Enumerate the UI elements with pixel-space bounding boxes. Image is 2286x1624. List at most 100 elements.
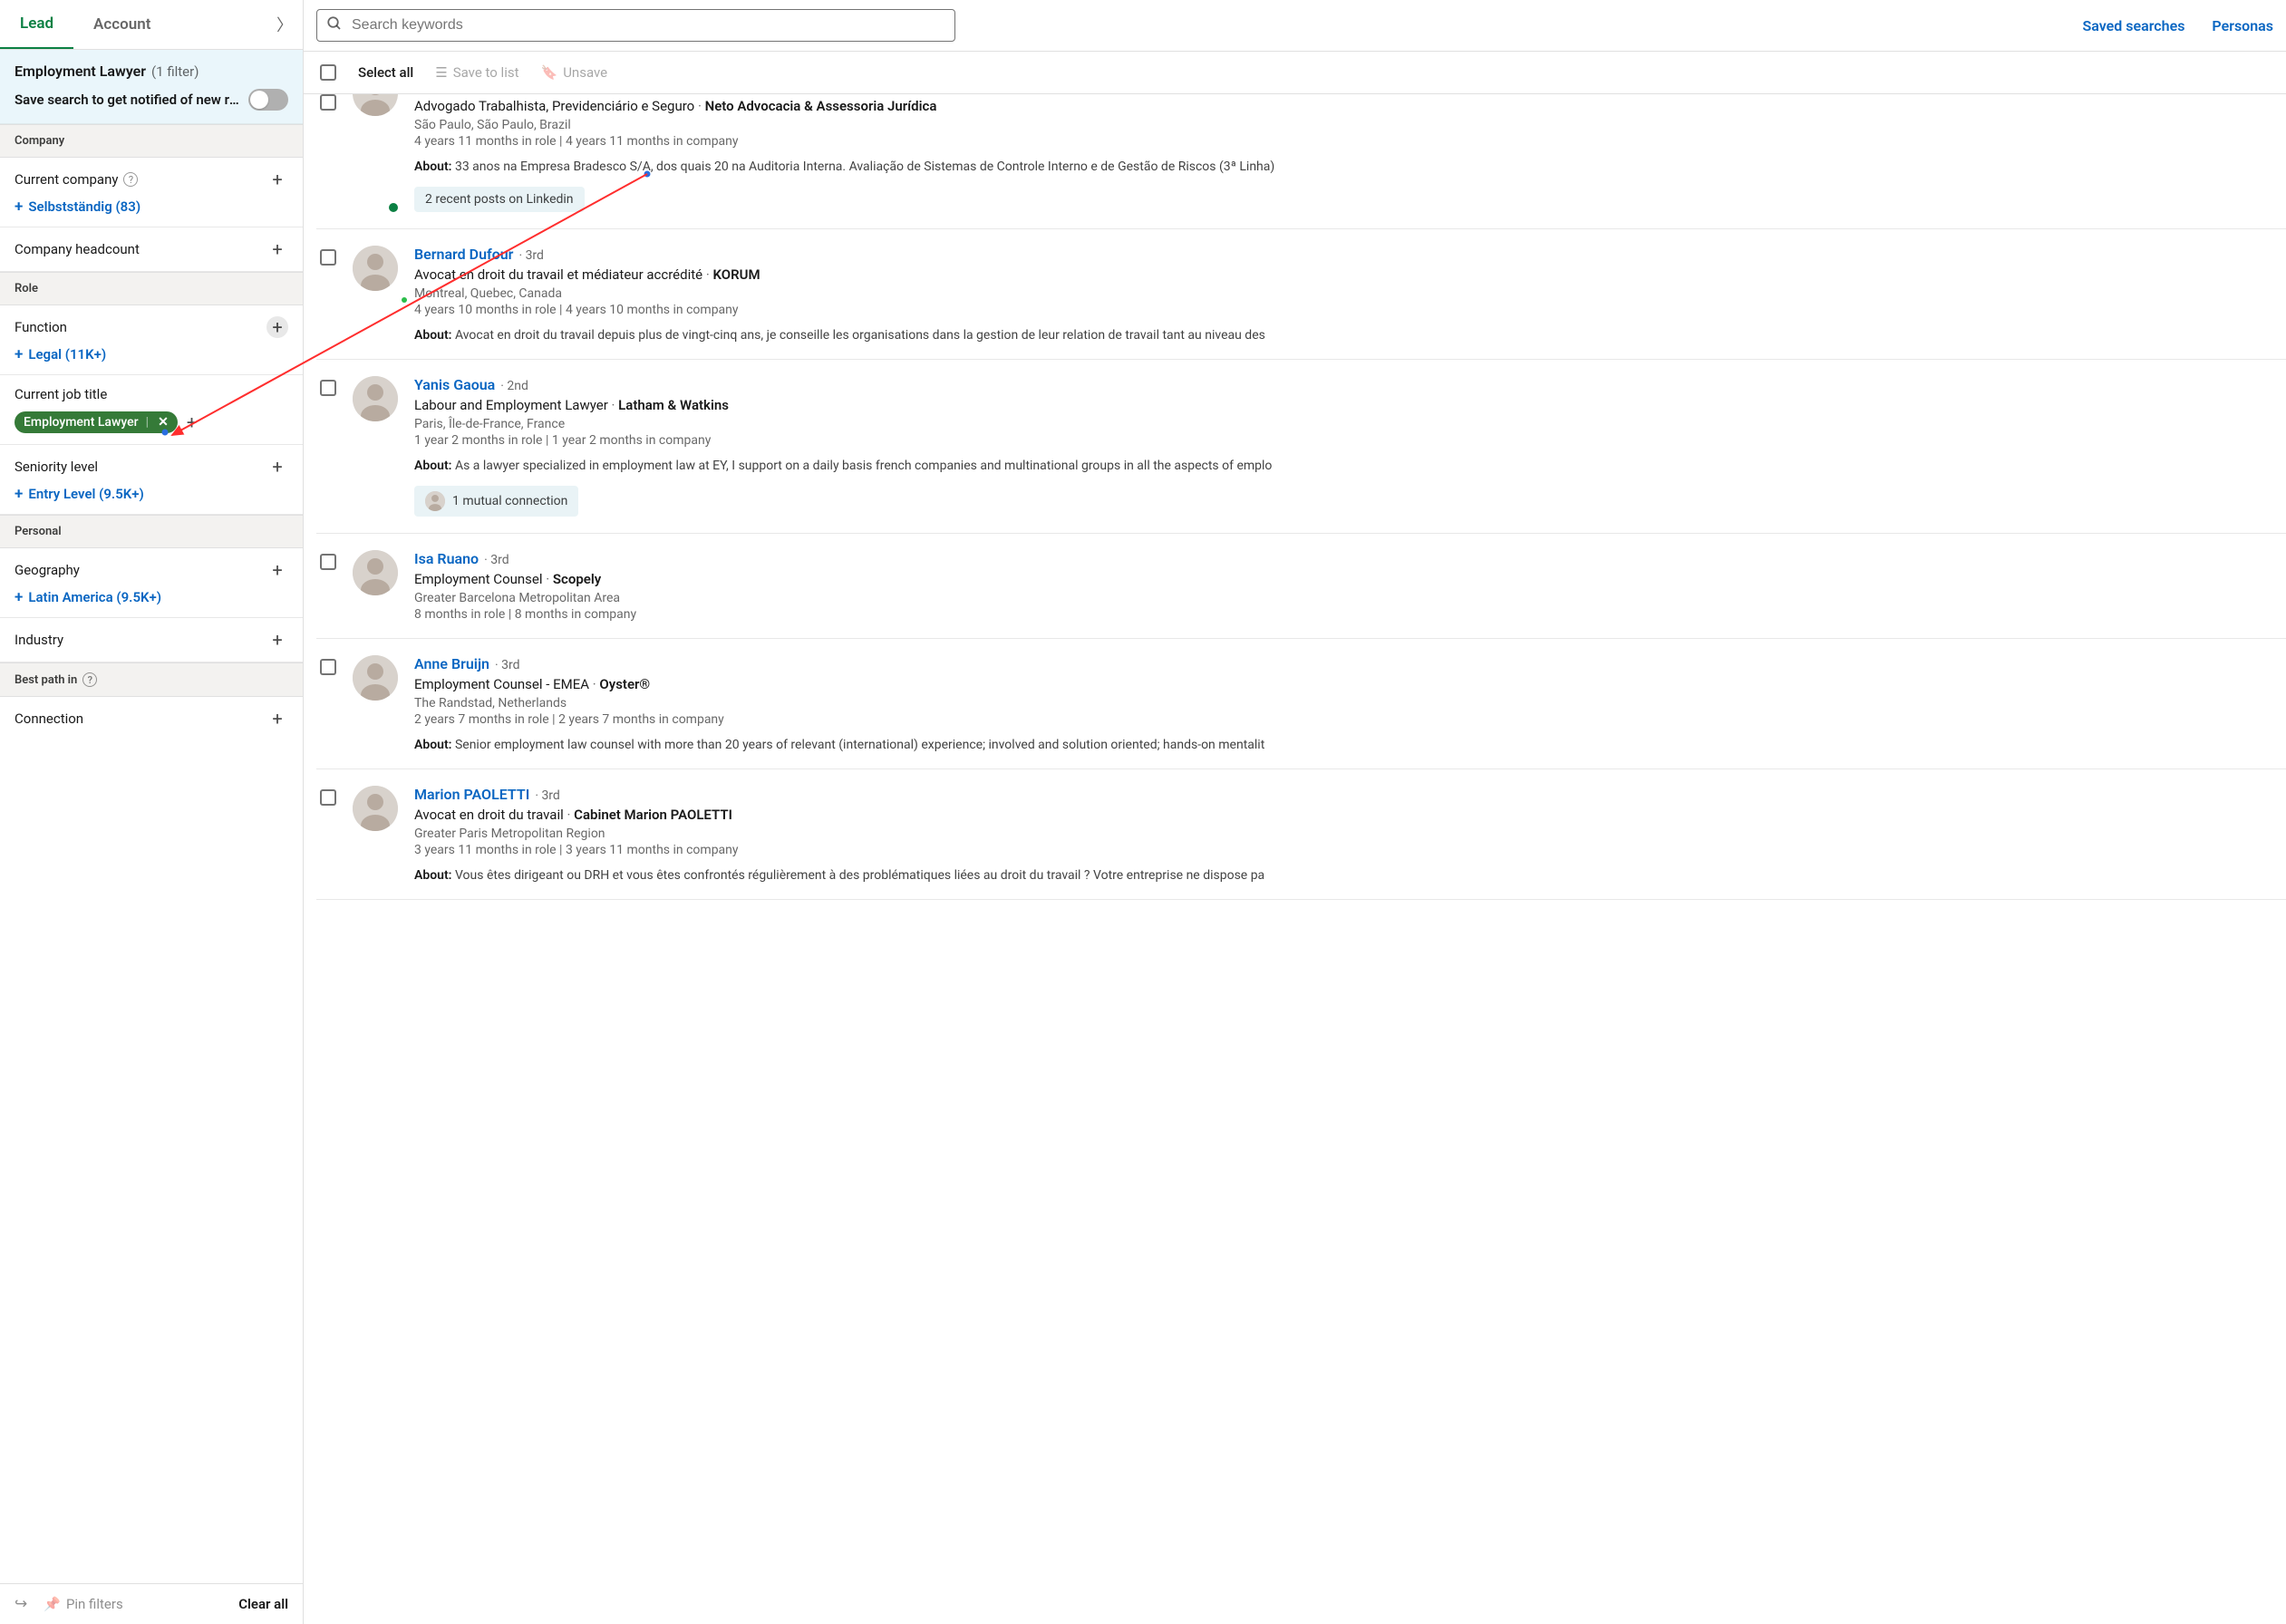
summary-title: Employment Lawyer [15,63,146,80]
bookmark-icon: 🔖 [541,64,558,81]
job-title: Labour and Employment Lawyer · Latham & … [414,397,2286,413]
filter-label: Seniority level [15,459,98,475]
filter-label: Current company [15,171,118,188]
result-row: Bernard Dufour · 3rdAvocat en droit du t… [316,229,2286,360]
person-name-link[interactable]: Bernard Dufour [414,246,513,263]
topbar: Saved searches Personas [304,0,2286,52]
filter-label: Geography [15,562,80,578]
filter-value-geography[interactable]: + Latin America (9.5K+) [15,588,288,606]
tenure: 1 year 2 months in role | 1 year 2 month… [414,433,2286,448]
plus-icon: + [15,345,23,363]
tab-account[interactable]: Account [73,0,170,49]
result-badge[interactable]: 2 recent posts on Linkedin [414,187,585,212]
result-checkbox[interactable] [320,94,336,111]
save-search-toggle[interactable] [248,89,288,111]
result-checkbox[interactable] [320,554,336,570]
avatar[interactable] [353,655,398,701]
summary-filter-count: (1 filter) [151,63,199,80]
tenure: 8 months in role | 8 months in company [414,607,2286,622]
redo-icon[interactable]: ↪ [15,1595,27,1613]
select-all-label: Select all [358,64,413,81]
filter-value-function[interactable]: + Legal (11K+) [15,345,288,363]
company-name[interactable]: Neto Advocacia & Assessoria Jurídica [705,98,937,114]
search-input[interactable] [352,17,945,34]
filter-function: Function + + Legal (11K+) [0,305,303,375]
avatar[interactable] [353,94,398,116]
pin-filters-button[interactable]: 📌 Pin filters [44,1596,122,1612]
person-name-link[interactable]: Yanis Gaoua [414,376,495,393]
add-filter-button[interactable]: + [266,456,288,478]
job-title: Advogado Trabalhista, Previdenciário e S… [414,98,2286,114]
filter-value-current-company[interactable]: + Selbstständig (83) [15,198,288,216]
avatar[interactable] [353,246,398,291]
results-list[interactable]: Advogado Trabalhista, Previdenciário e S… [304,94,2286,1624]
chevron-right-icon[interactable]: 〉 [266,13,303,36]
add-filter-button[interactable]: + [266,708,288,730]
add-chip-button[interactable]: + [187,411,197,433]
result-row: Isa Ruano · 3rdEmployment Counsel · Scop… [316,534,2286,639]
filter-label: Current job title [15,386,107,402]
person-name-link[interactable]: Isa Ruano [414,550,479,567]
company-name[interactable]: Latham & Watkins [618,397,729,413]
add-filter-button[interactable]: + [266,559,288,581]
about-text: About: Vous êtes dirigeant ou DRH et vou… [414,868,2286,883]
action-bar: Select all ☰ Save to list 🔖 Unsave [304,52,2286,94]
list-icon: ☰ [435,64,447,81]
company-name[interactable]: Scopely [553,571,601,587]
section-best-path: Best path in ? [0,662,303,697]
result-checkbox[interactable] [320,659,336,675]
company-name[interactable]: Oyster® [599,676,650,692]
select-all-checkbox[interactable] [320,64,336,81]
plus-icon: + [15,198,23,216]
filter-value-seniority[interactable]: + Entry Level (9.5K+) [15,485,288,503]
company-name[interactable]: KORUM [712,266,760,283]
location: The Randstad, Netherlands [414,696,2286,710]
pin-icon: 📌 [44,1596,61,1612]
help-icon[interactable]: ? [82,672,97,687]
tenure: 3 years 11 months in role | 3 years 11 m… [414,843,2286,857]
result-badge[interactable]: 1 mutual connection [414,486,578,517]
search-box[interactable] [316,9,955,42]
person-name-link[interactable]: Anne Bruijn [414,655,489,672]
filter-connection: Connection + [0,697,303,740]
result-row: Advogado Trabalhista, Previdenciário e S… [316,94,2286,229]
mutual-avatar [425,491,445,511]
add-filter-button[interactable]: + [266,238,288,260]
clear-all-button[interactable]: Clear all [238,1596,288,1612]
chip-label: Employment Lawyer [24,415,139,430]
tab-lead[interactable]: Lead [0,0,73,49]
result-checkbox[interactable] [320,789,336,806]
filter-label: Company headcount [15,241,140,257]
about-text: About: Avocat en droit du travail depuis… [414,328,2286,343]
add-filter-button[interactable]: + [266,316,288,338]
section-company: Company [0,124,303,158]
main: Saved searches Personas Select all ☰ Sav… [304,0,2286,1624]
avatar[interactable] [353,376,398,421]
avatar[interactable] [353,550,398,595]
help-icon[interactable]: ? [123,172,138,187]
connection-degree: · 3rd [484,553,509,567]
unsave-button: 🔖 Unsave [541,64,608,81]
location: Paris, Île-de-France, France [414,417,2286,431]
company-name[interactable]: Cabinet Marion PAOLETTI [574,807,732,823]
result-checkbox[interactable] [320,380,336,396]
filter-value-text: Latin America (9.5K+) [28,589,161,605]
filter-label: Connection [15,710,83,727]
personas-link[interactable]: Personas [2212,17,2273,34]
connection-degree: · 2nd [500,379,528,393]
result-checkbox[interactable] [320,249,336,266]
saved-searches-link[interactable]: Saved searches [2083,17,2185,34]
add-filter-button[interactable]: + [266,629,288,651]
sidebar: Lead Account 〉 Employment Lawyer (1 filt… [0,0,304,1624]
remove-chip-icon[interactable]: ✕ [158,415,169,430]
filter-chip-employment-lawyer[interactable]: Employment Lawyer | ✕ [15,411,178,433]
filter-current-company: Current company ? + + Selbstständig (83) [0,158,303,227]
filter-geography: Geography + + Latin America (9.5K+) [0,548,303,618]
filter-label: Industry [15,632,63,648]
filter-industry: Industry + [0,618,303,662]
location: Greater Paris Metropolitan Region [414,826,2286,841]
person-name-link[interactable]: Marion PAOLETTI [414,786,529,803]
filter-value-text: Entry Level (9.5K+) [28,486,143,502]
avatar[interactable] [353,786,398,831]
add-filter-button[interactable]: + [266,169,288,190]
